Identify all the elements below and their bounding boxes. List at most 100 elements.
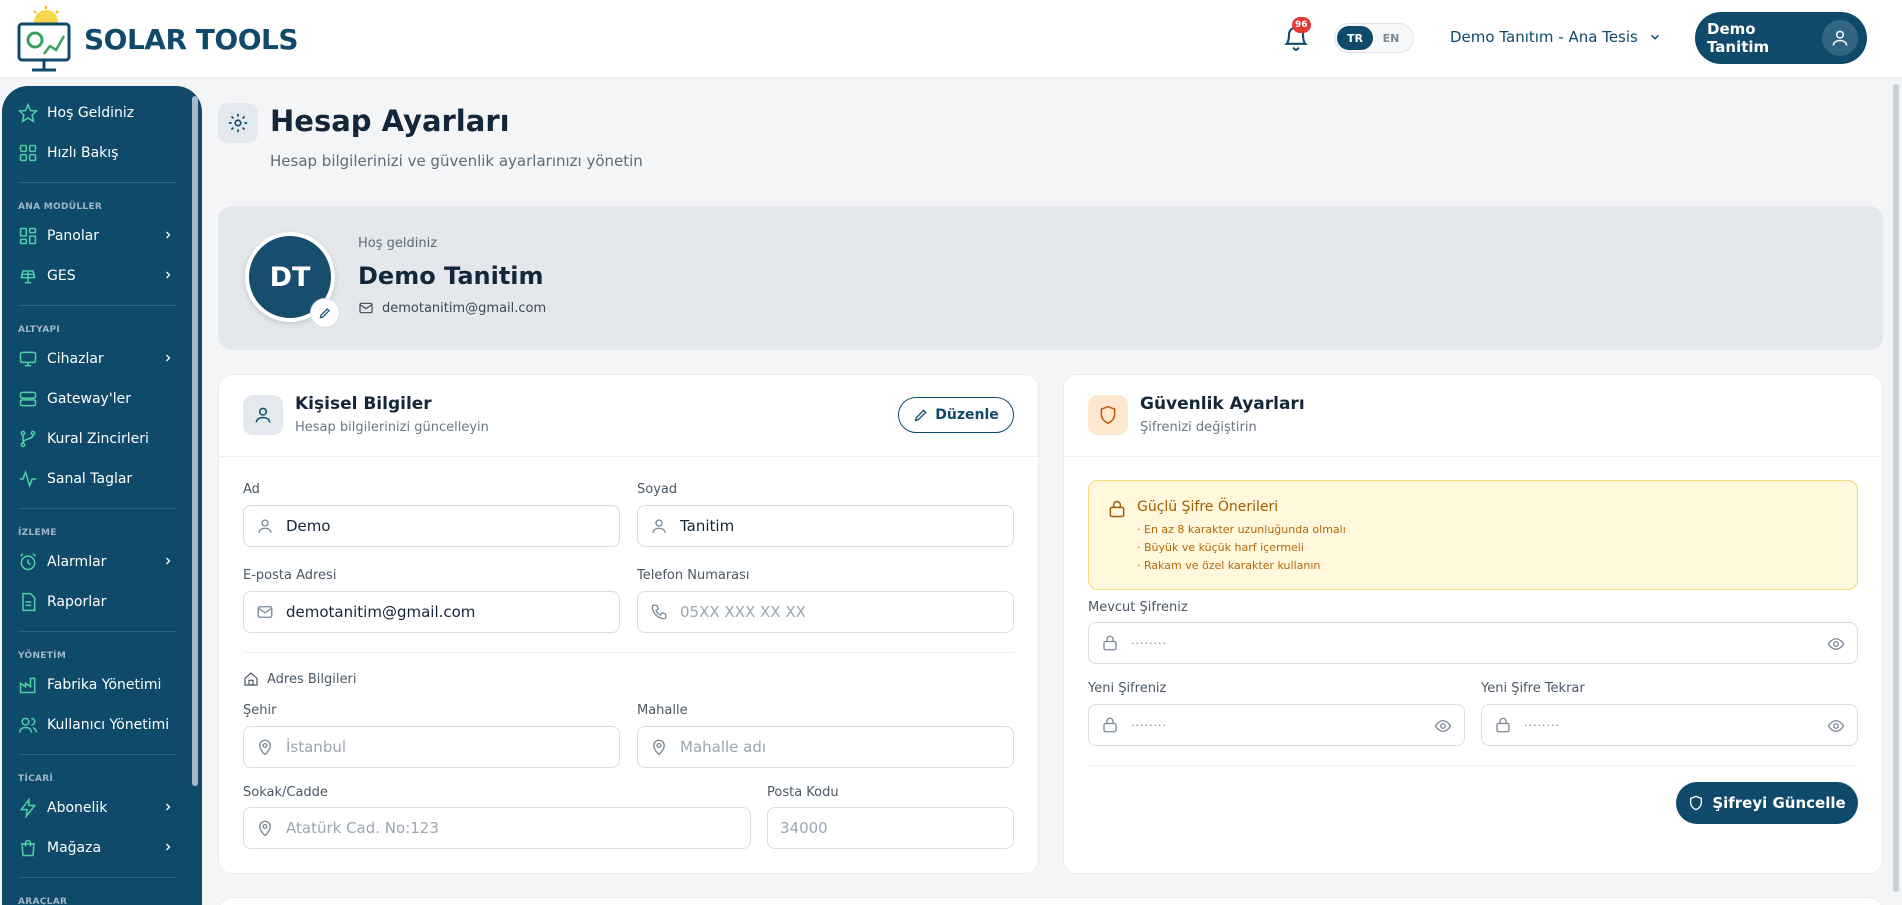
gear-icon <box>228 113 248 133</box>
confirm-password-field[interactable]: ········ <box>1481 704 1858 746</box>
lightning-icon <box>19 798 37 818</box>
password-tip: · En az 8 karakter uzunluğunda olmalı <box>1137 523 1346 536</box>
divider <box>219 456 1040 457</box>
sidebar-item-devices[interactable]: Cihazlar <box>18 344 178 374</box>
divider <box>18 877 176 878</box>
star-icon <box>18 103 38 123</box>
zip-placeholder: 34000 <box>780 819 828 837</box>
home-icon <box>244 672 258 686</box>
password-tip: · Rakam ve özel karakter kullanın <box>1137 559 1321 572</box>
profile-name: Demo Tanitim <box>358 262 544 290</box>
eye-icon[interactable] <box>1827 717 1845 735</box>
sidebar-scrollbar[interactable] <box>192 96 198 786</box>
factory-icon <box>19 677 36 694</box>
brand-name: SOLAR TOOLS <box>84 22 299 56</box>
password-tips-box: Güçlü Şifre Önerileri · En az 8 karakter… <box>1088 480 1858 590</box>
email-label: E-posta Adresi <box>243 568 337 583</box>
sidebar-item-label: Sanal Taglar <box>47 471 133 487</box>
sidebar-item-label: Raporlar <box>47 594 107 610</box>
sidebar-item-gateways[interactable]: Gateway'ler <box>18 384 178 414</box>
language-toggle[interactable]: TR EN <box>1334 23 1414 53</box>
district-field[interactable]: Mahalle adı <box>637 726 1014 768</box>
profile-email: demotanitim@gmail.com <box>358 300 546 316</box>
phone-icon <box>651 604 667 620</box>
map-pin-icon <box>653 739 665 756</box>
password-tips-title: Güçlü Şifre Önerileri <box>1137 499 1279 515</box>
user-icon <box>652 519 666 533</box>
sidebar-item-label: Panolar <box>47 228 100 244</box>
lang-option-en[interactable]: EN <box>1373 26 1409 50</box>
sidebar-item-reports[interactable]: Raporlar <box>18 587 178 617</box>
section-heading-admin: YÖNETİM <box>18 651 67 661</box>
shield-icon <box>1100 405 1116 425</box>
edit-button-label: Düzenle <box>935 407 999 423</box>
eye-icon[interactable] <box>1434 717 1452 735</box>
update-password-label: Şifreyi Güncelle <box>1712 794 1846 812</box>
sidebar-item-virtual-tags[interactable]: Sanal Taglar <box>18 464 178 494</box>
section-heading-commercial: TİCARİ <box>18 774 54 784</box>
update-password-button[interactable]: Şifreyi Güncelle <box>1676 782 1858 824</box>
sidebar-item-welcome[interactable]: Hoş Geldiniz <box>18 98 178 128</box>
sidebar-item-rule-chains[interactable]: Kural Zincirleri <box>18 424 178 454</box>
section-heading-infra: ALTYAPI <box>18 325 61 335</box>
chevron-right-icon <box>166 803 171 811</box>
new-password-field[interactable]: ········ <box>1088 704 1465 746</box>
security-card-subtitle: Şifrenizi değiştirin <box>1140 420 1257 435</box>
chevron-right-icon <box>166 231 171 239</box>
sidebar-item-label: Alarmlar <box>47 554 107 570</box>
last-name-label: Soyad <box>637 482 678 497</box>
sidebar-item-factory[interactable]: Fabrika Yönetimi <box>18 670 178 700</box>
user-icon <box>255 407 271 423</box>
first-name-field[interactable]: Demo <box>243 505 620 547</box>
logo[interactable]: SOLAR TOOLS <box>16 4 299 74</box>
solar-logo-icon <box>17 6 71 72</box>
chevron-down-icon <box>1650 34 1659 40</box>
user-avatar <box>1822 20 1858 56</box>
email-field[interactable]: demotanitim@gmail.com <box>243 591 620 633</box>
street-field[interactable]: Atatürk Cad. No:123 <box>243 807 751 849</box>
zip-field[interactable]: 34000 <box>767 807 1014 849</box>
sidebar-item-store[interactable]: Mağaza <box>18 833 178 863</box>
edit-button[interactable]: Düzenle <box>898 397 1014 433</box>
personal-card-icon <box>243 395 283 435</box>
notification-count-badge: 96 <box>1292 17 1311 33</box>
branch-icon <box>20 430 36 448</box>
divider <box>18 508 176 509</box>
sidebar-item-label: Fabrika Yönetimi <box>47 677 162 693</box>
sidebar-item-subscription[interactable]: Abonelik <box>18 793 178 823</box>
sidebar-item-panels[interactable]: Panolar <box>18 221 178 251</box>
district-label: Mahalle <box>637 703 688 718</box>
sidebar-item-label: Hızlı Bakış <box>47 145 119 161</box>
phone-field[interactable]: 05XX XXX XX XX <box>637 591 1014 633</box>
user-menu-button[interactable]: Demo Tanitim <box>1695 12 1867 64</box>
section-heading-monitor: İZLEME <box>18 528 57 538</box>
new-password-label: Yeni Şifreniz <box>1088 681 1167 696</box>
sidebar-item-ges[interactable]: GES <box>18 261 178 291</box>
next-section-card <box>218 897 1883 905</box>
avatar-edit-button[interactable] <box>310 298 340 328</box>
new-password-value: ········ <box>1131 718 1167 732</box>
phone-label: Telefon Numarası <box>637 568 750 583</box>
password-tip: · Büyük ve küçük harf içermeli <box>1137 541 1304 554</box>
zip-label: Posta Kodu <box>767 785 839 800</box>
city-field[interactable]: İstanbul <box>243 726 620 768</box>
current-password-field[interactable]: ········ <box>1088 622 1858 664</box>
last-name-field[interactable]: Tanitim <box>637 505 1014 547</box>
file-text-icon <box>22 592 36 612</box>
sidebar-item-alarms[interactable]: Alarmlar <box>18 547 178 577</box>
sidebar-item-quick-view[interactable]: Hızlı Bakış <box>18 138 178 168</box>
users-icon <box>18 717 38 733</box>
eye-icon[interactable] <box>1827 635 1845 653</box>
page-scrollbar[interactable] <box>1893 84 1899 892</box>
shield-icon <box>1690 795 1703 811</box>
lang-option-tr[interactable]: TR <box>1337 26 1373 50</box>
sidebar-item-users[interactable]: Kullanıcı Yönetimi <box>18 710 178 740</box>
chevron-right-icon <box>166 557 171 565</box>
facility-selector[interactable]: Demo Tanıtım - Ana Tesis <box>1450 28 1662 46</box>
confirm-password-value: ········ <box>1524 718 1560 732</box>
street-label: Sokak/Cadde <box>243 785 328 800</box>
pencil-icon <box>319 308 330 319</box>
chevron-right-icon <box>166 354 171 362</box>
sidebar-item-label: GES <box>47 268 76 284</box>
confirm-password-label: Yeni Şifre Tekrar <box>1481 681 1585 696</box>
